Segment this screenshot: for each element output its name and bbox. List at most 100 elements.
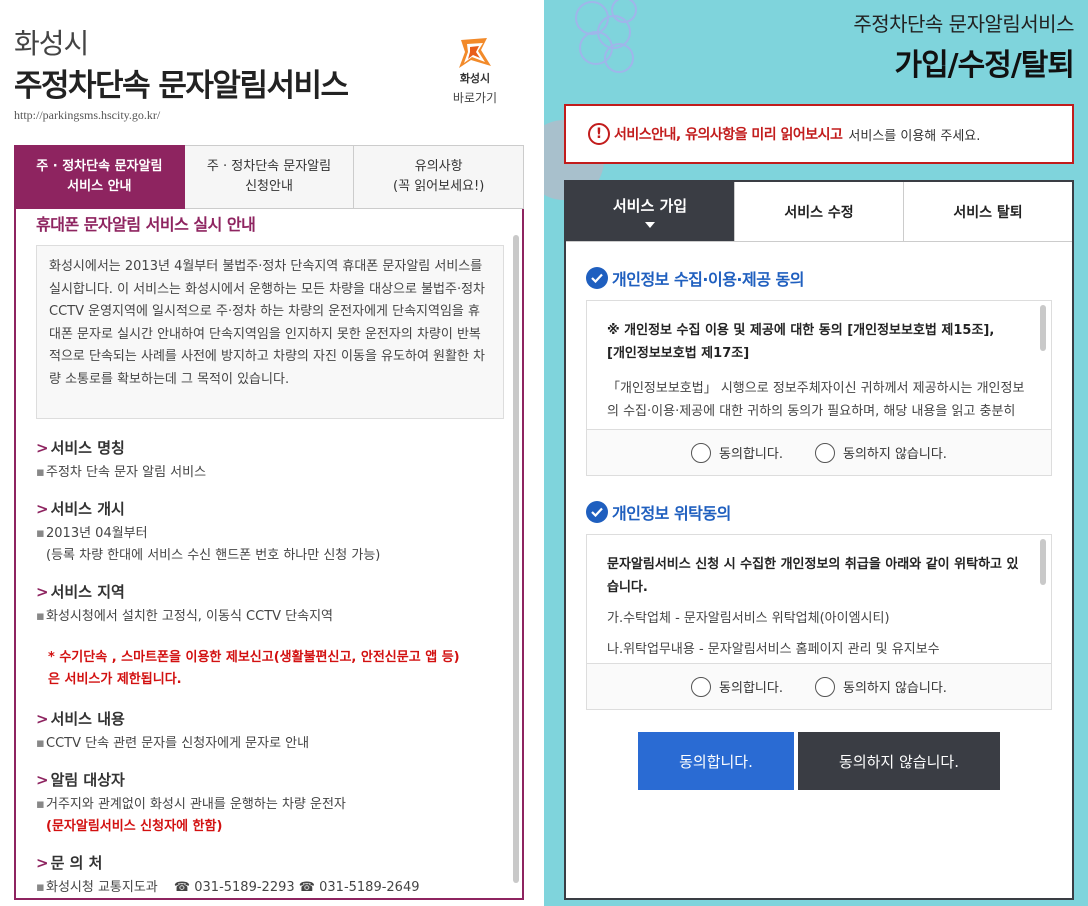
section-contact: > 문 의 처 ▪화성시청 교통지도과 ☎ 031-5189-2293 ☎ 031… [36,852,506,898]
city-logo-link[interactable]: 화성시 바로가기 [440,36,510,106]
tab-service-modify[interactable]: 서비스 수정 [734,182,903,241]
consign-consent-heading: 개인정보 위탁동의 [586,500,731,524]
chevron-right-icon: > [36,583,49,601]
radio-label: 동의하지 않습니다. [842,681,947,696]
tab-label-line2: 신청안내 [245,179,293,194]
caret-down-icon [645,222,655,228]
privacy-terms-text: ※ 개인정보 수집 이용 및 제공에 대한 동의 [개인정보보호법 제15조],… [607,319,1027,427]
section-notify-target: > 알림 대상자 ▪거주지와 관계없이 화성시 관내를 운행하는 차량 운전자 (문… [36,769,506,838]
section-service-start: > 서비스 개시 ▪2013년 04월부터 (등록 차량 한대에 서비스 수신 핸드… [36,498,506,567]
tab-application-info[interactable]: 주 · 정차단속 문자알림 신청안내 [184,145,355,209]
bullet-icon: ▪ [36,736,45,751]
section-text: 주정차 단속 문자 알림 서비스 [46,465,207,480]
section-text: 거주지와 관계없이 화성시 관내를 운행하는 차량 운전자 [46,797,346,812]
disagree-button[interactable]: 동의하지 않습니다. [798,732,1000,790]
consign-radio-group: 동의합니다. 동의하지 않습니다. [587,663,1051,709]
content-heading: 휴대폰 문자알림 서비스 실시 안내 [36,215,256,234]
heading-text: 개인정보 수집·이용·제공 동의 [612,270,804,289]
section-service-name: > 서비스 명칭 ▪주정차 단속 문자 알림 서비스 [36,437,506,484]
terms-bold-1: ※ 개인정보 수집 이용 및 제공에 대한 동의 [개인정보보호법 제15조], [607,323,995,338]
section-title: 서비스 명칭 [50,439,125,457]
terms-scrollbar[interactable] [1040,539,1046,585]
section-service-content: > 서비스 내용 ▪CCTV 단속 관련 문자를 신청자에게 문자로 안내 [36,708,506,755]
tab-label-line1: 주 · 정차단속 문자알림 [206,159,332,174]
exclamation-icon: ! [588,123,610,145]
tab-service-join[interactable]: 서비스 가입 [566,182,734,241]
radio-circle-icon [691,676,712,697]
logo-city-name: 화성시 [459,72,491,85]
phone-number-1: 031-5189-2293 [194,880,295,895]
terms-line-2: 나.위탁업무내용 - 문자알림서비스 홈페이지 관리 및 유지보수 [607,642,940,657]
bullet-icon: ▪ [36,526,45,541]
radio-label: 동의합니다. [719,447,783,462]
privacy-agree-radio[interactable]: 동의합니다. [691,442,783,463]
section-title: 서비스 개시 [50,500,125,518]
notice-strong: 서비스안내, 유의사항을 미리 읽어보시고 [614,127,843,143]
chevron-right-icon: > [36,439,49,457]
city-name: 화성시 [14,27,89,60]
service-form-box: 서비스 가입 서비스 수정 서비스 탈퇴 개인정보 수집·이용·제공 동의 ※ … [564,180,1074,900]
agree-button[interactable]: 동의합니다. [638,732,794,790]
restriction-notice: * 수기단속 , 스마트폰을 이용한 제보신고(생활불편신고, 안전신문고 앱 … [48,647,518,691]
chevron-right-icon: > [36,854,49,872]
tab-label-line2: 서비스 안내 [67,179,132,194]
radio-circle-icon [691,442,712,463]
action-button-row: 동의합니다. 동의하지 않습니다. [638,732,1000,790]
restriction-line1: * 수기단속 , 스마트폰을 이용한 제보신고(생활불편신고, 안전신문고 앱 … [48,650,460,665]
privacy-disagree-radio[interactable]: 동의하지 않습니다. [814,442,947,463]
tab-label: 서비스 가입 [612,197,688,215]
right-subtitle: 주정차단속 문자알림서비스 [853,12,1074,36]
section-title: 알림 대상자 [50,771,125,789]
section-text: (등록 차량 한대에 서비스 수신 핸드폰 번호 하나만 신청 가능) [46,548,381,563]
bullet-icon: ▪ [36,465,45,480]
tab-service-withdraw[interactable]: 서비스 탈퇴 [903,182,1072,241]
logo-shortcut-label: 바로가기 [452,91,498,105]
consign-terms-text: 문자알림서비스 신청 시 수집한 개인정보의 취급을 아래와 같이 위탁하고 있… [607,553,1027,661]
section-title: 서비스 지역 [50,583,125,601]
section-text: 2013년 04월부터 [46,526,148,541]
service-info-content: 휴대폰 문자알림 서비스 실시 안내 화성시에서는 2013년 4월부터 불법주… [14,209,524,900]
contact-org: 화성시청 교통지도과 [46,880,158,895]
radio-circle-icon [814,676,835,697]
radio-circle-icon [814,442,835,463]
privacy-consent-heading: 개인정보 수집·이용·제공 동의 [586,266,804,290]
tab-label: 서비스 탈퇴 [953,204,1023,221]
hwaseong-logo-icon [459,38,491,68]
chevron-right-icon: > [36,771,49,789]
restriction-line2: 은 서비스가 제한됩니다. [48,672,182,687]
tab-label-line2: (꼭 읽어보세요!) [393,179,485,194]
check-circle-icon [586,267,608,289]
tab-label: 서비스 수정 [784,204,854,221]
phone-icon: ☎ [298,880,315,895]
service-tab-bar: 서비스 가입 서비스 수정 서비스 탈퇴 [566,182,1072,242]
privacy-radio-group: 동의합니다. 동의하지 않습니다. [587,429,1051,475]
check-circle-icon [586,501,608,523]
tab-label-line1: 주 · 정차단속 문자알림 [36,159,163,174]
phone-icon: ☎ [173,880,191,895]
right-panel: 주정차단속 문자알림서비스 가입/수정/탈퇴 ! 서비스안내, 유의사항을 미리… [544,0,1088,906]
terms-scrollbar[interactable] [1040,305,1046,351]
section-text: CCTV 단속 관련 문자를 신청자에게 문자로 안내 [46,736,310,751]
notice-rest: 서비스를 이용해 주세요. [848,128,981,144]
bullet-icon: ▪ [36,880,45,895]
radio-label: 동의하지 않습니다. [842,447,947,462]
consign-disagree-radio[interactable]: 동의하지 않습니다. [814,676,947,697]
right-title: 가입/수정/탈퇴 [894,48,1075,83]
service-title: 주정차단속 문자알림서비스 [14,68,349,104]
content-scrollbar[interactable] [513,235,519,883]
section-title: 서비스 내용 [50,710,125,728]
radio-label: 동의합니다. [719,681,783,696]
notice-banner: ! 서비스안내, 유의사항을 미리 읽어보시고 서비스를 이용해 주세요. [564,104,1074,164]
intro-box: 화성시에서는 2013년 4월부터 불법주·정차 단속지역 휴대폰 문자알림 서… [36,245,504,419]
chevron-right-icon: > [36,710,49,728]
tab-service-info[interactable]: 주 · 정차단속 문자알림 서비스 안내 [14,145,185,209]
site-url[interactable]: http://parkingsms.hscity.go.kr/ [14,108,160,123]
tab-label-line1: 유의사항 [414,159,463,174]
phone-number-2: 031-5189-2649 [319,880,420,895]
consign-agree-radio[interactable]: 동의합니다. [691,676,783,697]
section-text: 화성시청에서 설치한 고정식, 이동식 CCTV 단속지역 [46,609,334,624]
bullet-icon: ▪ [36,609,45,624]
left-tab-bar: 주 · 정차단속 문자알림 서비스 안내 주 · 정차단속 문자알림 신청안내 … [14,145,525,209]
tab-precautions[interactable]: 유의사항 (꼭 읽어보세요!) [354,145,525,209]
target-note: (문자알림서비스 신청자에 한함) [46,819,223,834]
